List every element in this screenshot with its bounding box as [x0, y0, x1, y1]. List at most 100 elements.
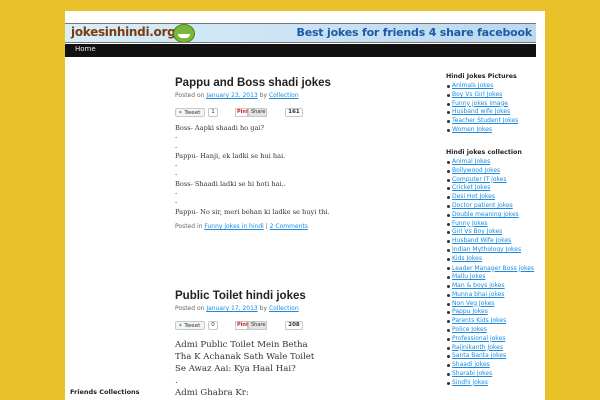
category-link[interactable]: Funny jokes in hindi — [204, 223, 263, 230]
sidebar-item: Funny jokes image — [446, 100, 541, 109]
sidebar-item: Kids Jokes — [446, 255, 541, 264]
sidebar-link[interactable]: Leader Manager Boss jokes — [452, 265, 534, 272]
post-line: - — [175, 142, 178, 151]
sidebar-link[interactable]: Pappu Jokes — [452, 308, 488, 315]
sidebar-item: Santa Banta jokes — [446, 352, 541, 361]
sidebar-item: Man & boys jokes — [446, 282, 541, 291]
posted-in-label: Posted in — [175, 222, 203, 230]
share-count: 208 — [285, 321, 303, 330]
pinit-button[interactable]: Pinit — [235, 108, 250, 117]
sidebar-item: Sindhi jokes — [446, 379, 541, 388]
sidebar-list: Animals Jokes Boy Vs Girl Jokes Funny jo… — [446, 82, 541, 135]
post-line: - — [175, 133, 178, 142]
post-date-link[interactable]: January 23, 2013 — [206, 92, 257, 99]
site-tagline: Best jokes for friends 4 share facebook — [296, 26, 533, 39]
sidebar-item: Husband Wife Jokes — [446, 237, 541, 246]
share-button[interactable]: Share — [248, 108, 267, 117]
post-body: Admi Public Toilet Mein Betha Tha K Acha… — [175, 339, 425, 399]
sidebar-item: Rajinikanth Jokes — [446, 344, 541, 353]
post-line: Se Awaz Aai: Kya Haal Hai? — [175, 364, 296, 374]
sidebar-link[interactable]: Doctor patient Jokes — [452, 202, 513, 209]
tweet-button[interactable]: ✦ Tweet — [175, 321, 205, 330]
post-date-link[interactable]: January 17, 2013 — [206, 305, 257, 312]
sidebar-link[interactable]: Boy Vs Girl Jokes — [452, 91, 502, 98]
sidebar-link[interactable]: Computer IT jokes — [452, 176, 507, 183]
sidebar-list: Animal Jokes Bollywood Jokes Computer IT… — [446, 158, 541, 388]
sidebar-link[interactable]: Kids Jokes — [452, 255, 482, 262]
sidebar-link[interactable]: Parents Kids Jokes — [452, 317, 506, 324]
tweet-button[interactable]: ✦ Tweet — [175, 108, 205, 117]
smiley-logo-icon — [173, 24, 195, 42]
sidebar-link[interactable]: Santa Banta jokes — [452, 352, 506, 359]
post-line: Admi Public Toilet Mein Betha — [175, 340, 308, 350]
pinit-button[interactable]: Pinit — [235, 321, 250, 330]
post-line: Pappu- No sir, meri behan ki ladke se hu… — [175, 207, 330, 216]
sidebar-item: Sharabi jokes — [446, 370, 541, 379]
post-line: Tha K Achanak Sath Wale Toilet — [175, 352, 315, 362]
sidebar-link[interactable]: Non Veg Jokes — [452, 300, 494, 307]
sidebar-link[interactable]: Indian Mythology Jokes — [452, 246, 521, 253]
sidebar-item: Animal Jokes — [446, 158, 541, 167]
sidebar-link[interactable]: Mallu Jokes — [452, 273, 485, 280]
sidebar-item: Desi Hot Jokes — [446, 193, 541, 202]
sidebar-collection: Hindi jokes collection Animal Jokes Boll… — [446, 149, 541, 388]
post-title[interactable]: Pappu and Boss shadi jokes — [175, 77, 425, 89]
post-footer: Posted in Funny jokes in hindi | 2 Comme… — [175, 223, 425, 230]
friends-collections-title: Friends Collections — [70, 388, 140, 396]
posted-on-label: Posted on — [175, 305, 205, 312]
sidebar-item: Husband wife Jokes — [446, 108, 541, 117]
share-button[interactable]: Share — [248, 321, 267, 330]
sidebar-link[interactable]: Animal Jokes — [452, 158, 490, 165]
sidebar-link[interactable]: Police Jokes — [452, 326, 487, 333]
sidebar-link[interactable]: Rajinikanth Jokes — [452, 344, 503, 351]
sidebar-link[interactable]: Munna bhai jokes — [452, 291, 504, 298]
share-bar: ✦ Tweet 1 Pinit Share 161 — [175, 108, 425, 122]
tweet-label: Tweet — [184, 110, 201, 116]
post-meta: Posted on January 23, 2013 by Collection — [175, 92, 425, 99]
sidebar-item: Professional jokes — [446, 335, 541, 344]
sidebar-link[interactable]: Women Jokes — [452, 126, 492, 133]
site-logo[interactable]: jokesinhindi.org — [71, 25, 176, 39]
sidebar-link[interactable]: Shaadi jokes — [452, 361, 490, 368]
post-line: Pappu- Hanji, ek ladki se hui hai. — [175, 151, 286, 160]
share-bar: ✦ Tweet 0 Pinit Share 208 — [175, 321, 425, 335]
site-banner[interactable]: jokesinhindi.org Best jokes for friends … — [65, 23, 536, 43]
post-author-link[interactable]: Collection — [269, 305, 299, 312]
page-wrapper: jokesinhindi.org Best jokes for friends … — [65, 11, 545, 400]
sidebar-link[interactable]: Sindhi jokes — [452, 379, 488, 386]
sidebar-link[interactable]: Husband wife Jokes — [452, 108, 510, 115]
sidebar-title: Hindi jokes collection — [446, 149, 522, 156]
sidebar-link[interactable]: Teacher Student Jokes — [452, 117, 518, 124]
sidebar-link[interactable]: Girl Vs Boy Jokes — [452, 228, 502, 235]
sidebar-link[interactable]: Man & boys jokes — [452, 282, 505, 289]
sidebar-item: Girl Vs Boy Jokes — [446, 228, 541, 237]
sidebar-link[interactable]: Bollywood Jokes — [452, 167, 500, 174]
post-body: Boss- Aapki shaadi ho gai? - - Pappu- Ha… — [175, 124, 425, 217]
sidebar-link[interactable]: Funny jokes image — [452, 100, 508, 107]
share-count: 161 — [285, 108, 303, 117]
comments-link[interactable]: 2 Comments — [270, 223, 308, 230]
sidebar-link[interactable]: Professional jokes — [452, 335, 505, 342]
post-line: Boss- Aapki shaadi ho gai? — [175, 124, 265, 132]
sidebar-link[interactable]: Double meaning jokes — [452, 211, 519, 218]
post-meta: Posted on January 17, 2013 by Collection — [175, 305, 425, 312]
sidebar-item: Non Veg Jokes — [446, 300, 541, 309]
sidebar-link[interactable]: Desi Hot Jokes — [452, 193, 495, 200]
sidebar-link[interactable]: Cricket Jokes — [452, 184, 490, 191]
sidebar-pictures: Hindi Jokes Pictures Animals Jokes Boy V… — [446, 73, 541, 135]
post-line: Boss- Shaadi ladki se hi hoti hai.. — [175, 179, 286, 188]
nav-home-link[interactable]: Home — [75, 45, 96, 53]
post-author-link[interactable]: Collection — [269, 92, 299, 99]
post-title[interactable]: Public Toilet hindi jokes — [175, 290, 425, 302]
sidebar-link[interactable]: Husband Wife Jokes — [452, 237, 511, 244]
post-line: . — [175, 376, 178, 386]
sidebar-item: Pappu Jokes — [446, 308, 541, 317]
by-label: by — [259, 92, 268, 99]
sidebar-item: Boy Vs Girl Jokes — [446, 91, 541, 100]
sidebar-link[interactable]: Animals Jokes — [452, 82, 493, 89]
sidebar-link[interactable]: Sharabi jokes — [452, 370, 492, 377]
tweet-count: 0 — [208, 321, 218, 330]
sidebar-link[interactable]: Funny Jokes — [452, 220, 488, 227]
tweet-count: 1 — [208, 108, 218, 117]
sidebar-item: Funny Jokes — [446, 220, 541, 229]
